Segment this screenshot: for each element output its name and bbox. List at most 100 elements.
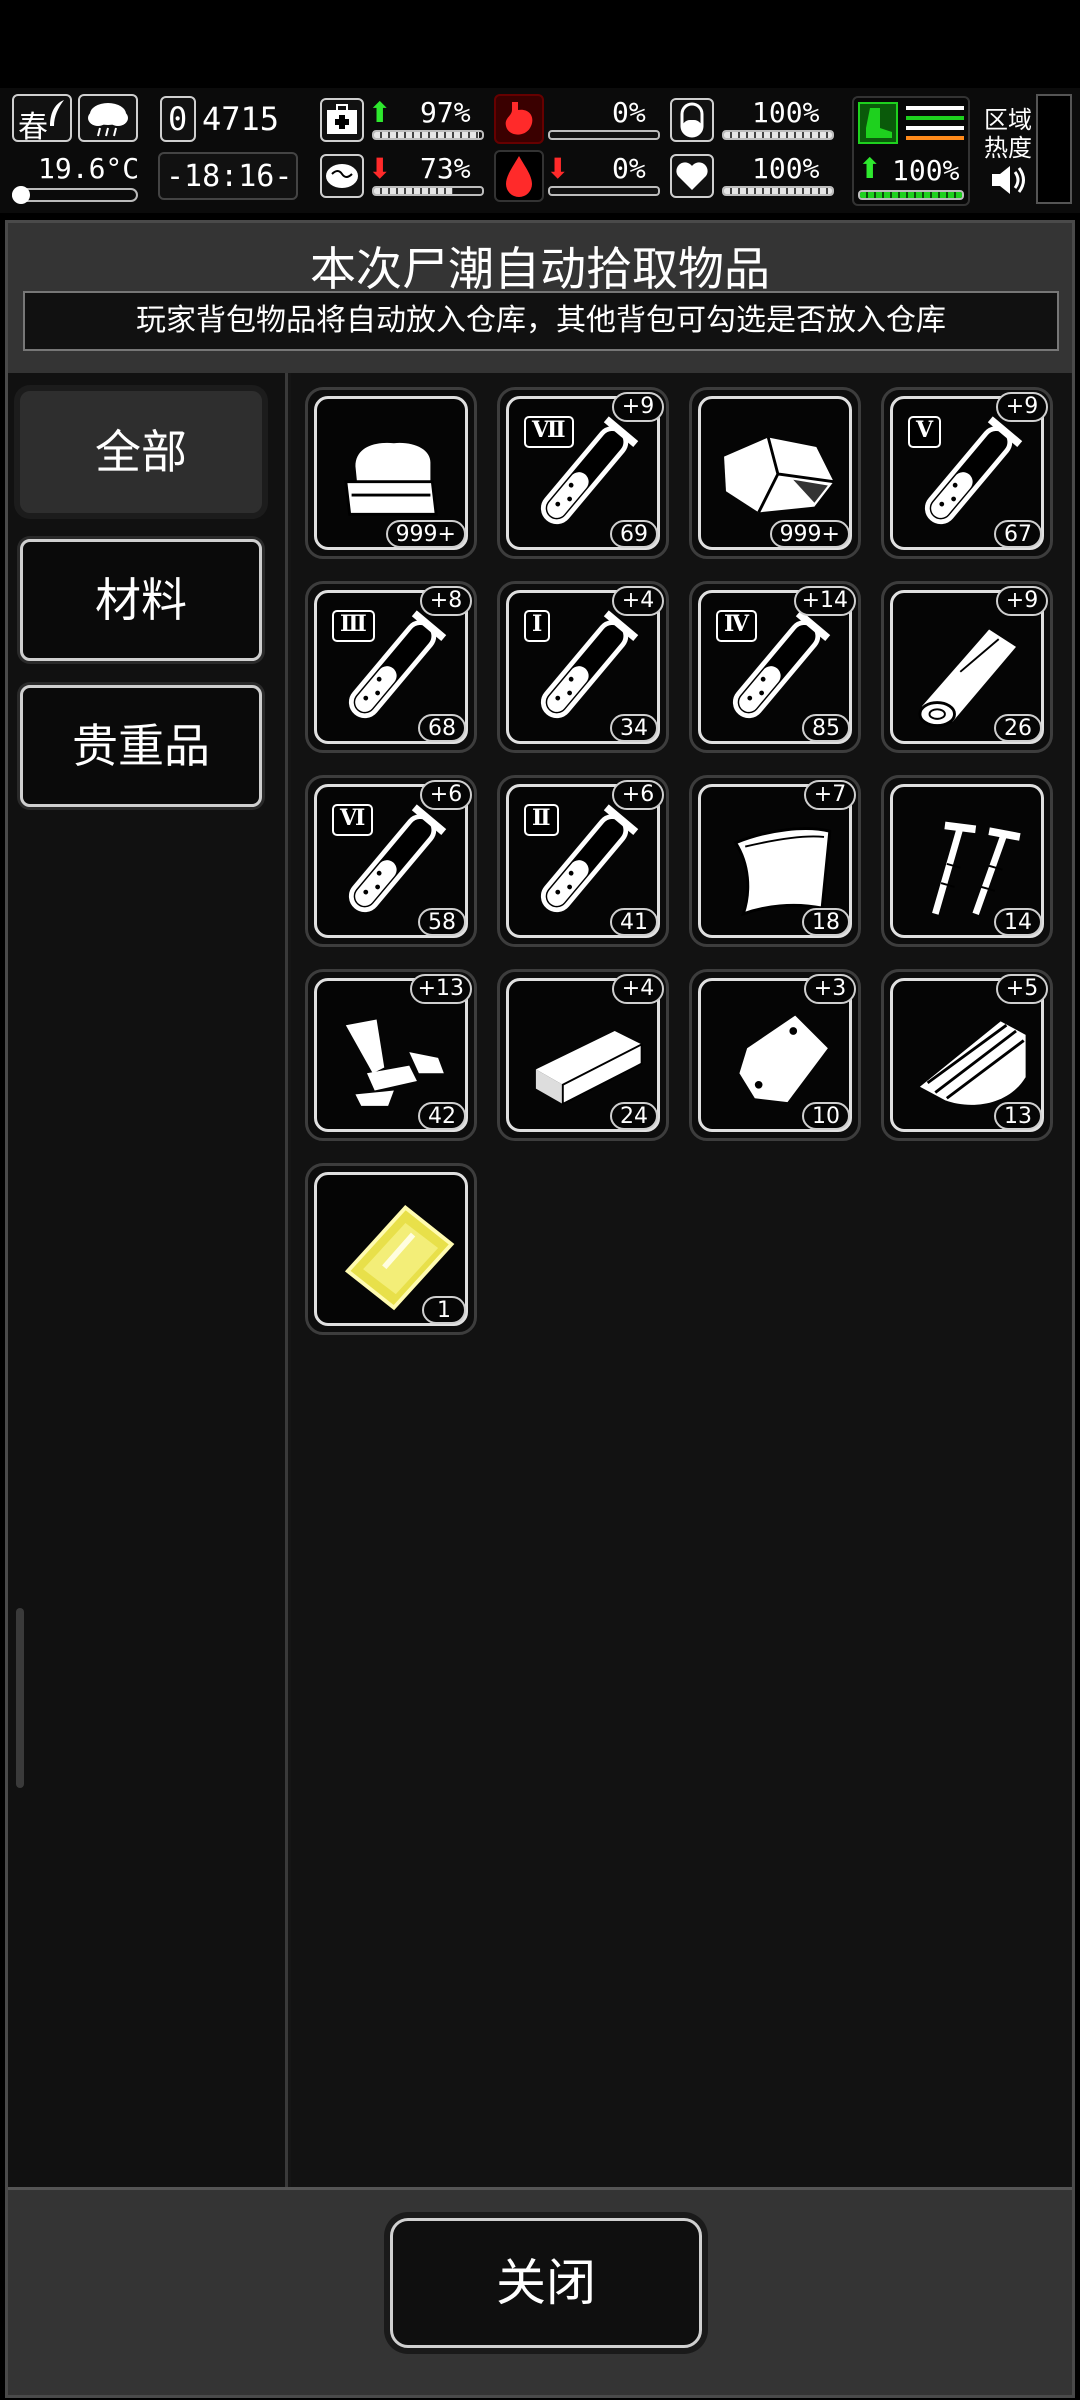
dialog-subtitle: 玩家背包物品将自动放入仓库，其他背包可勾选是否放入仓库 xyxy=(23,291,1059,351)
item-tier-label: Ⅳ xyxy=(716,610,757,642)
item-slot[interactable]: +9 26 xyxy=(881,581,1053,753)
category-sidebar: 全部 材料 贵重品 xyxy=(8,373,288,2193)
item-tier-label: Ⅲ xyxy=(332,610,375,642)
item-grid: 999+ Ⅶ +9 69 999+ Ⅴ +9 67 Ⅲ +8 68 Ⅰ +4 34 Ⅳ +14 85 +9 26 Ⅵ +… xyxy=(291,373,1071,2193)
hud-bar: 春 19.6°C 0 4715 -18:16- ⬆ 97% 0% 100% ⬇ … xyxy=(0,88,1080,213)
blood-down-arrow-icon: ⬇ xyxy=(546,152,570,185)
stamina-pct: 100% xyxy=(892,154,960,187)
item-bonus-badge: +7 xyxy=(804,780,856,810)
day-digit: 0 xyxy=(168,100,188,138)
item-slot[interactable]: Ⅳ +14 85 xyxy=(689,581,861,753)
tab-materials[interactable]: 材料 xyxy=(20,539,262,661)
boot-box xyxy=(858,102,898,144)
item-bonus-badge: +3 xyxy=(804,974,856,1004)
day-counter: 4715 xyxy=(202,100,280,138)
blood-box xyxy=(494,150,544,202)
stomach-box xyxy=(494,94,544,144)
temperature-readout: 19.6°C xyxy=(38,152,140,185)
blood-pct: 0% xyxy=(612,152,646,185)
sidebar-scrollbar[interactable] xyxy=(16,1608,24,1788)
item-bonus-badge: +9 xyxy=(996,392,1048,422)
pill-icon xyxy=(680,102,704,138)
item-bonus-badge: +6 xyxy=(612,780,664,810)
item-count: 1 xyxy=(422,1296,466,1324)
hunger-bar xyxy=(548,130,660,140)
tab-valuables[interactable]: 贵重品 xyxy=(20,685,262,807)
item-count: 13 xyxy=(994,1102,1042,1130)
item-slot[interactable]: 999+ xyxy=(689,387,861,559)
item-slot[interactable]: 14 xyxy=(881,775,1053,947)
blood-drop-icon xyxy=(506,156,532,197)
medkit-icon xyxy=(327,104,357,134)
dialog-header: 本次尸潮自动拾取物品 玩家背包物品将自动放入仓库，其他背包可勾选是否放入仓库 xyxy=(8,223,1072,373)
item-count: 58 xyxy=(418,908,466,936)
heart-icon xyxy=(676,162,708,190)
system-status-bar xyxy=(0,0,1080,88)
weather-box xyxy=(78,94,138,142)
item-slot[interactable]: Ⅰ +4 34 xyxy=(497,581,669,753)
brain-box xyxy=(320,154,364,198)
item-bonus-badge: +9 xyxy=(996,586,1048,616)
health-pct: 97% xyxy=(420,96,471,129)
item-bonus-badge: +4 xyxy=(612,586,664,616)
item-count: 85 xyxy=(802,714,850,742)
item-count: 42 xyxy=(418,1102,466,1130)
close-button[interactable]: 关闭 xyxy=(390,2218,702,2348)
stamina-bar xyxy=(858,190,964,200)
medkit-box xyxy=(320,98,364,142)
clock-box: -18:16- xyxy=(158,152,298,200)
pill-box xyxy=(670,98,714,142)
item-bonus-badge: +5 xyxy=(996,974,1048,1004)
heart-box xyxy=(670,154,714,198)
item-slot[interactable]: 1 xyxy=(305,1163,477,1335)
item-slot[interactable]: +13 42 xyxy=(305,969,477,1141)
stamina-up-arrow-icon: ⬆ xyxy=(858,152,882,185)
item-count: 999+ xyxy=(385,520,466,548)
temperature-gauge xyxy=(12,186,138,204)
item-slot[interactable]: +7 18 xyxy=(689,775,861,947)
item-tier-label: Ⅱ xyxy=(524,804,559,836)
cloud-rain-icon xyxy=(88,103,128,137)
item-bonus-badge: +14 xyxy=(793,586,856,616)
pill-bar xyxy=(722,130,834,140)
heart-bar xyxy=(722,186,834,196)
item-bonus-badge: +13 xyxy=(409,974,472,1004)
item-count: 34 xyxy=(610,714,658,742)
item-bonus-badge: +6 xyxy=(420,780,472,810)
tab-all[interactable]: 全部 xyxy=(20,391,262,513)
season-label: 春 xyxy=(18,110,48,145)
item-slot[interactable]: +3 10 xyxy=(689,969,861,1141)
item-count: 14 xyxy=(994,908,1042,936)
heart-pct: 100% xyxy=(752,152,820,185)
mind-down-arrow-icon: ⬇ xyxy=(368,152,392,185)
item-tier-label: Ⅶ xyxy=(524,416,574,448)
item-slot[interactable]: Ⅶ +9 69 xyxy=(497,387,669,559)
item-slot[interactable]: Ⅵ +6 58 xyxy=(305,775,477,947)
brain-icon xyxy=(326,164,358,188)
speaker-icon[interactable] xyxy=(988,162,1032,198)
item-count: 68 xyxy=(418,714,466,742)
item-slot[interactable]: 999+ xyxy=(305,387,477,559)
blood-bar xyxy=(548,186,660,196)
item-slot[interactable]: Ⅱ +6 41 xyxy=(497,775,669,947)
item-tier-label: Ⅵ xyxy=(332,804,374,836)
area-heat-meter xyxy=(1036,94,1072,204)
item-slot[interactable]: Ⅴ +9 67 xyxy=(881,387,1053,559)
item-count: 69 xyxy=(610,520,658,548)
season-box: 春 xyxy=(12,94,72,145)
item-count: 26 xyxy=(994,714,1042,742)
auto-pickup-dialog: 本次尸潮自动拾取物品 玩家背包物品将自动放入仓库，其他背包可勾选是否放入仓库 全… xyxy=(5,220,1075,2398)
pill-pct: 100% xyxy=(752,96,820,129)
item-bonus-badge: +9 xyxy=(612,392,664,422)
stamina-panel: ⬆ 100% xyxy=(852,96,970,206)
item-count: 67 xyxy=(994,520,1042,548)
item-slot[interactable]: +4 24 xyxy=(497,969,669,1141)
mind-bar xyxy=(372,186,484,196)
health-up-arrow-icon: ⬆ xyxy=(368,96,392,129)
item-slot[interactable]: +5 13 xyxy=(881,969,1053,1141)
mind-pct: 73% xyxy=(420,152,471,185)
health-bar xyxy=(372,130,484,140)
item-tier-label: Ⅴ xyxy=(908,416,942,448)
item-slot[interactable]: Ⅲ +8 68 xyxy=(305,581,477,753)
item-bonus-badge: +8 xyxy=(420,586,472,616)
